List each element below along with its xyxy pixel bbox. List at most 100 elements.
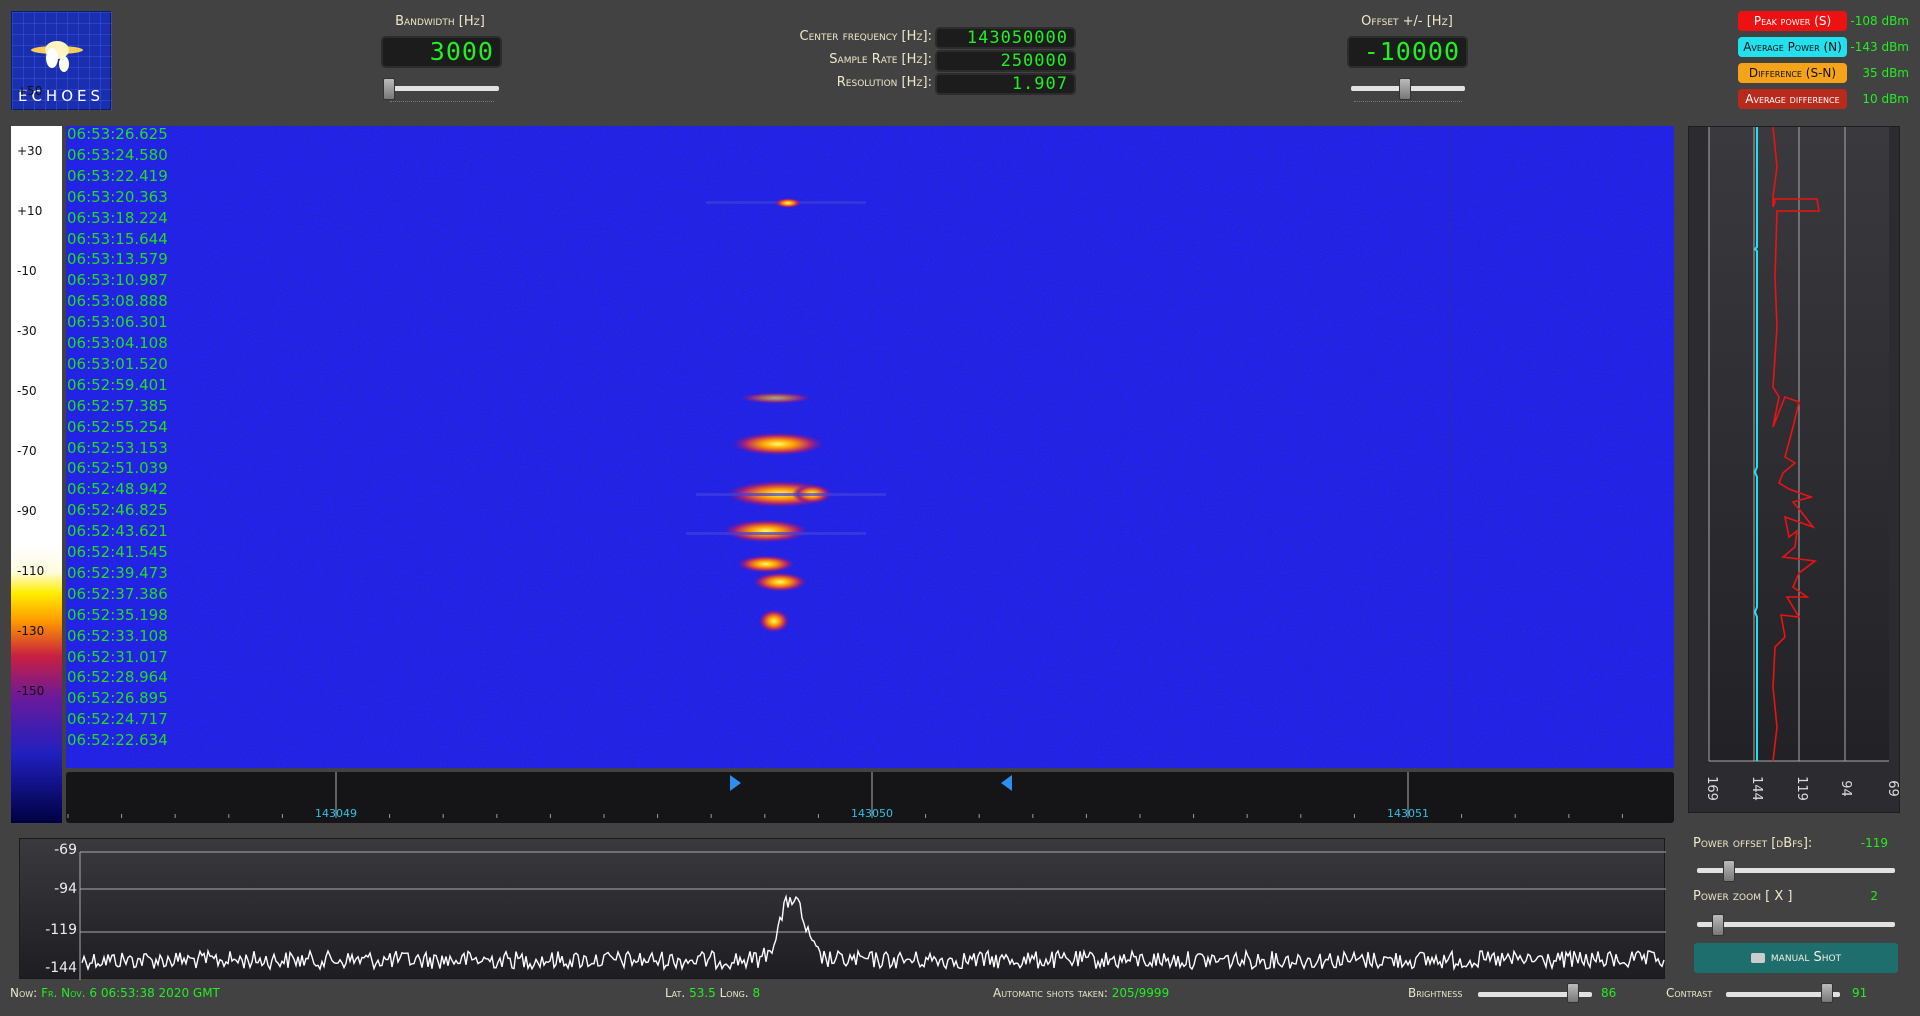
power-zoom-slider-handle[interactable] xyxy=(1712,914,1724,936)
manual-shot-button[interactable]: manual Shot xyxy=(1694,943,1898,973)
spectrum-axis-label-0: -69 xyxy=(54,842,77,858)
sample-rate-display: 250000 xyxy=(935,50,1076,72)
offset-display: -10000 xyxy=(1347,36,1468,68)
spectrum-axis-label-3: -144 xyxy=(45,960,77,976)
brightness-label: Brightness xyxy=(1408,986,1463,1000)
timestamp-row: 06:53:13.579 xyxy=(67,250,168,269)
power-axis-label-1: 144 xyxy=(1748,776,1764,801)
contrast-slider-handle[interactable] xyxy=(1821,983,1833,1003)
resolution-display: 1.907 xyxy=(935,73,1076,95)
waterfall-graphic xyxy=(66,126,1674,768)
power-offset-label: Power offset [dBfs]: xyxy=(1693,836,1813,851)
brightness-slider-handle[interactable] xyxy=(1567,983,1579,1003)
freq-label-2: 143051 xyxy=(1387,807,1429,820)
timestamp-row: 06:53:18.224 xyxy=(67,208,168,227)
timestamp-row: 06:53:20.363 xyxy=(67,187,168,206)
waterfall: 06:53:26.625 06:53:24.580 06:53:22.419 06:5… xyxy=(66,126,1674,768)
average-power-value: -143 dBm xyxy=(1850,40,1909,54)
timestamp-row: 06:53:01.520 xyxy=(67,354,168,373)
timestamp-row: 06:53:08.888 xyxy=(67,292,168,311)
timestamp-row: 06:52:41.545 xyxy=(67,543,168,561)
spectrum-axis-label-1: -94 xyxy=(54,881,77,897)
power-plot xyxy=(1708,127,1889,762)
bandwidth-display: 3000 xyxy=(381,36,502,68)
timestamp-row: 06:52:26.895 xyxy=(67,689,168,708)
power-zoom-slider-track[interactable] xyxy=(1697,922,1895,927)
colorbar-label: +10 xyxy=(17,204,43,218)
colorbar-label: +50 xyxy=(17,84,43,98)
difference-value: 35 dBm xyxy=(1862,66,1909,80)
status-location: Lat. 53.5 Long. 8 xyxy=(665,986,761,1000)
center-frequency-display: 143050000 xyxy=(935,27,1076,49)
peak-power-legend[interactable]: Peak power (S) xyxy=(1738,11,1847,31)
colorbar-label: -10 xyxy=(17,264,37,278)
timestamp-row: 06:53:10.987 xyxy=(67,271,168,290)
spectrum-plot: -69 -94 -119 -144 xyxy=(19,838,1666,980)
power-plot-panel: 169 144 119 94 69 xyxy=(1688,126,1900,813)
colorbar-label: -130 xyxy=(17,624,45,638)
bandpass-left-marker[interactable] xyxy=(730,775,741,791)
bandwidth-slider-handle[interactable] xyxy=(383,78,395,100)
power-axis-label-3: 94 xyxy=(1837,780,1853,797)
timestamp-row: 06:52:51.039 xyxy=(67,459,168,478)
spectrum-axis-label-2: -119 xyxy=(45,922,77,938)
bandpass-right-marker[interactable] xyxy=(1001,775,1012,791)
sample-rate-label: Sample Rate [Hz]: xyxy=(829,52,932,67)
camera-icon xyxy=(1750,952,1765,963)
timestamp-row: 06:52:55.254 xyxy=(67,417,168,436)
timestamp-row: 06:52:39.473 xyxy=(67,563,168,582)
bandwidth-slider-ticks xyxy=(390,101,494,105)
power-zoom-label: Power zoom [ X ] xyxy=(1693,889,1793,904)
colorbar-label: -90 xyxy=(17,504,37,518)
contrast-value: 91 xyxy=(1852,986,1868,1000)
offset-label: Offset +/- [Hz] xyxy=(1361,14,1453,29)
colorbar-label: -30 xyxy=(17,324,37,338)
freq-label-1: 143050 xyxy=(851,807,893,820)
power-offset-value: -119 xyxy=(1860,836,1888,850)
timestamp-row: 06:53:04.108 xyxy=(67,334,168,352)
colorbar-label: -150 xyxy=(17,684,45,698)
average-difference-value: 10 dBm xyxy=(1862,92,1909,106)
timestamp-row: 06:52:28.964 xyxy=(67,668,168,687)
colorbar-label: +30 xyxy=(17,144,43,158)
timestamp-row: 06:52:53.153 xyxy=(67,438,168,457)
timestamp-row: 06:52:33.108 xyxy=(67,626,168,645)
status-shots: Automatic shots taken: 205/9999 xyxy=(993,986,1170,1000)
power-axis-label-0: 169 xyxy=(1703,776,1719,801)
power-axis-label-4: 69 xyxy=(1884,780,1900,797)
timestamp-row: 06:53:06.301 xyxy=(67,313,168,332)
contrast-label: Contrast xyxy=(1666,986,1713,1000)
timestamp-row: 06:53:24.580 xyxy=(67,145,168,164)
timestamp-row: 06:52:24.717 xyxy=(67,710,168,729)
status-now-value: Fr. Nov. 6 06:53:38 2020 GMT xyxy=(41,986,220,1000)
offset-slider-ticks xyxy=(1354,101,1462,105)
colorbar-label: -110 xyxy=(17,564,45,578)
timestamp-row: 06:52:22.634 xyxy=(67,731,168,750)
average-difference-legend[interactable]: Average difference xyxy=(1738,89,1847,109)
manual-shot-label: manual Shot xyxy=(1770,950,1842,965)
timestamp-row: 06:53:22.419 xyxy=(67,166,168,185)
bandwidth-label: Bandwidth [Hz] xyxy=(395,14,485,29)
power-offset-slider-handle[interactable] xyxy=(1723,860,1735,882)
timestamp-row: 06:52:43.621 xyxy=(67,522,168,541)
timestamp-row: 06:52:48.942 xyxy=(67,480,168,499)
timestamp-row: 06:52:57.385 xyxy=(67,396,168,415)
colorbar-label: -50 xyxy=(17,384,37,398)
offset-slider-handle[interactable] xyxy=(1399,78,1411,100)
timestamp-row: 06:52:37.386 xyxy=(67,584,168,603)
peak-power-value: -108 dBm xyxy=(1850,14,1909,28)
average-power-legend[interactable]: Average Power (N) xyxy=(1738,37,1847,57)
timestamp-row: 06:53:26.625 xyxy=(67,126,168,143)
status-now: Now: Fr. Nov. 6 06:53:38 2020 GMT xyxy=(10,986,220,1000)
bandwidth-slider-track[interactable] xyxy=(383,86,499,91)
timestamp-row: 06:52:31.017 xyxy=(67,647,168,666)
resolution-label: Resolution [Hz]: xyxy=(836,75,932,90)
timestamp-row: 06:52:59.401 xyxy=(67,375,168,394)
center-frequency-label: Center frequency [Hz]: xyxy=(799,29,933,44)
power-axis-label-2: 119 xyxy=(1793,776,1809,801)
freq-label-0: 143049 xyxy=(315,807,357,820)
difference-legend[interactable]: Difference (S-N) xyxy=(1738,63,1847,83)
timestamp-row: 06:52:35.198 xyxy=(67,605,168,624)
brightness-value: 86 xyxy=(1601,986,1617,1000)
timestamp-row: 06:53:15.644 xyxy=(67,229,168,248)
